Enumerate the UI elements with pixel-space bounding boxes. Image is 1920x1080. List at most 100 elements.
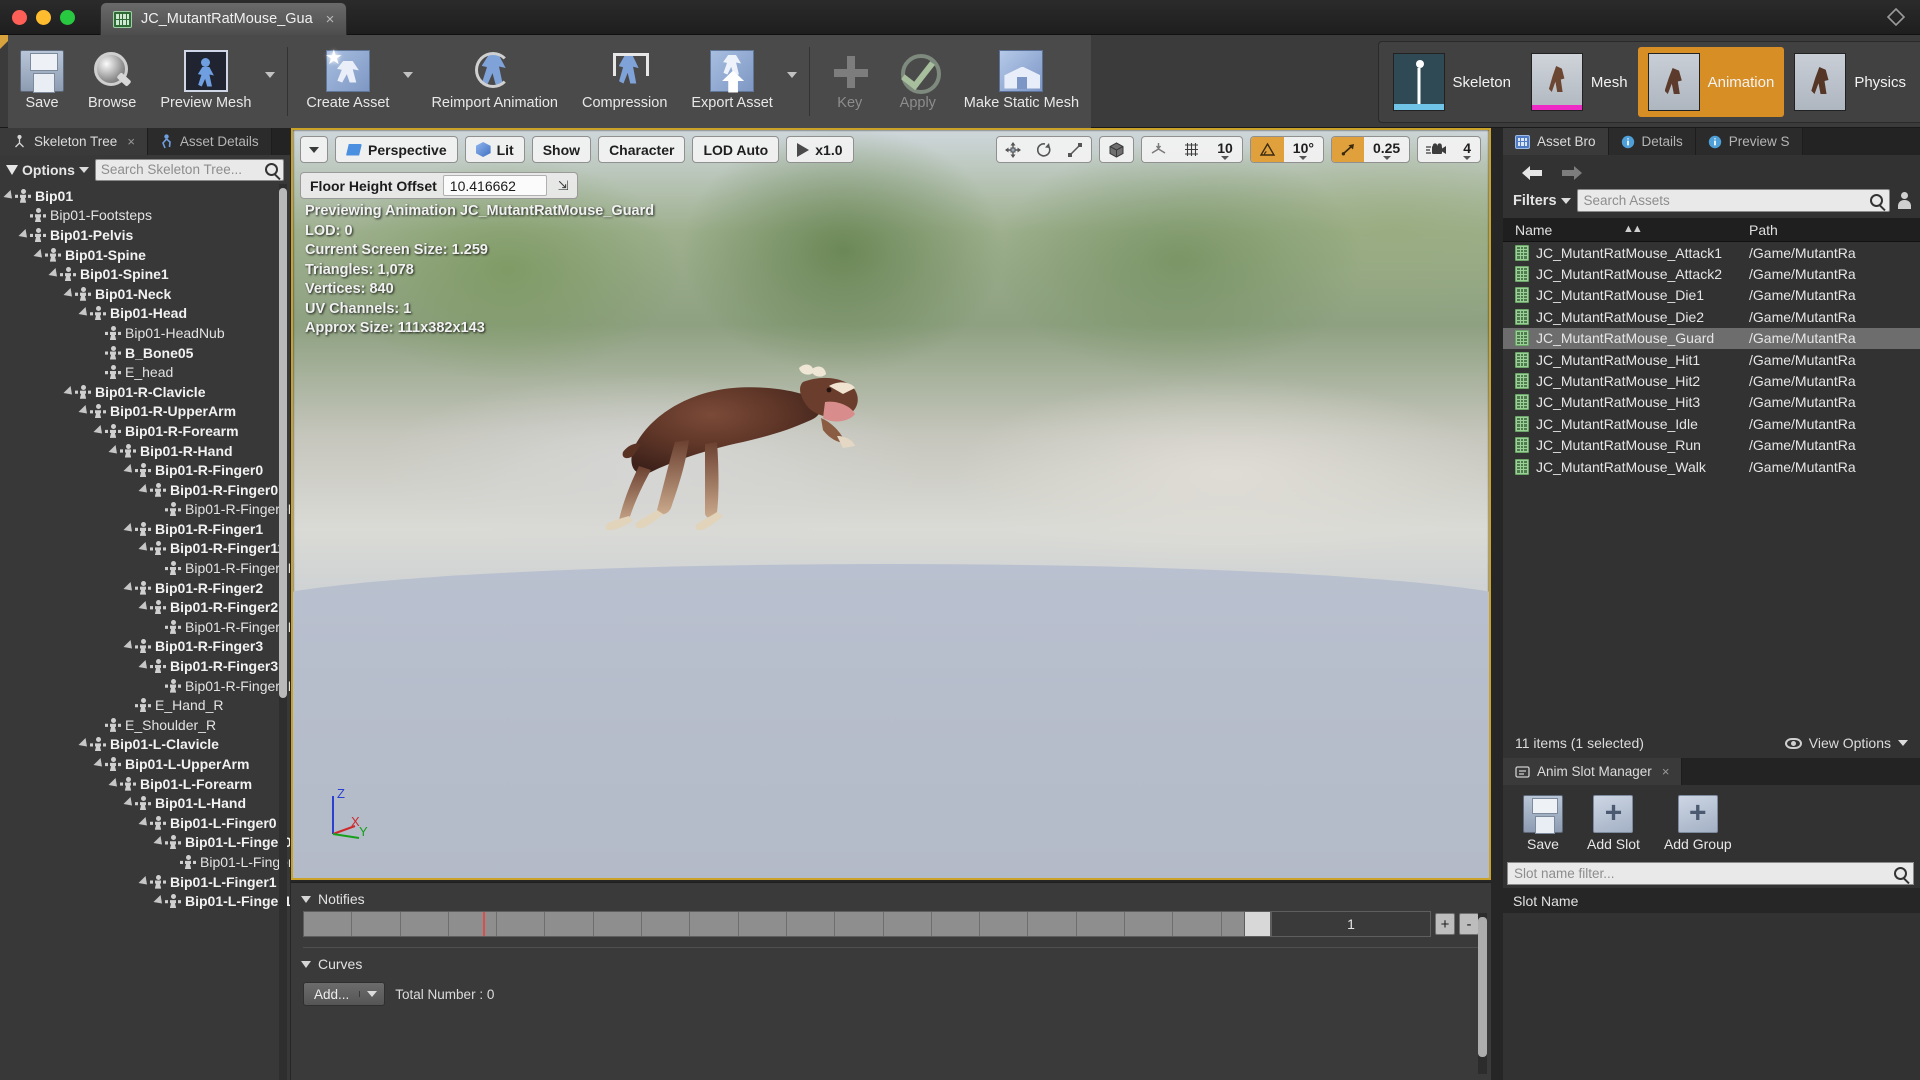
angle-snap-value[interactable]: 10° xyxy=(1284,137,1323,162)
asset-list-row[interactable]: JC_MutantRatMouse_Attack1/Game/MutantRa xyxy=(1503,242,1920,263)
bone-tree-item[interactable]: E_Shoulder_R xyxy=(0,715,290,735)
mode-tab-animation[interactable]: Animation xyxy=(1637,47,1785,117)
make-static-mesh-button[interactable]: Make Static Mesh xyxy=(952,35,1091,128)
save-button[interactable]: Save xyxy=(8,35,76,128)
asset-list-row[interactable]: JC_MutantRatMouse_Idle/Game/MutantRa xyxy=(1503,413,1920,434)
bone-tree-item[interactable]: Bip01-Spine xyxy=(0,245,290,265)
bone-tree-item[interactable]: E_head xyxy=(0,362,290,382)
expand-triangle-icon[interactable] xyxy=(138,601,151,614)
bone-tree-item[interactable]: Bip01-R-Finger1Nu xyxy=(0,558,290,578)
bone-tree-item[interactable]: Bip01-L-Finger01 xyxy=(0,833,290,853)
scale-snap-value[interactable]: 0.25 xyxy=(1364,137,1409,162)
view-type-button[interactable]: Perspective xyxy=(335,136,458,163)
bone-tree-item[interactable]: Bip01-R-Forearm xyxy=(0,421,290,441)
bone-tree-item[interactable]: Bip01-R-Finger2Nu xyxy=(0,617,290,637)
expand-triangle-icon[interactable] xyxy=(138,875,151,888)
asset-list-row[interactable]: JC_MutantRatMouse_Guard/Game/MutantRa xyxy=(1503,327,1920,349)
add-notify-track-button[interactable]: + xyxy=(1435,913,1455,935)
notify-track[interactable] xyxy=(303,911,1271,937)
expand-triangle-icon[interactable] xyxy=(138,660,151,673)
bone-tree-item[interactable]: Bip01-L-UpperArm xyxy=(0,754,290,774)
translate-tool-button[interactable] xyxy=(997,137,1029,162)
create-asset-button[interactable]: Create Asset xyxy=(294,35,401,128)
document-tab[interactable]: JC_MutantRatMouse_Gua × xyxy=(100,2,348,35)
character-menu-button[interactable]: Character xyxy=(598,136,686,163)
close-tab-icon[interactable]: × xyxy=(326,11,335,28)
maximize-window-button[interactable] xyxy=(60,10,75,25)
bone-tree-item[interactable]: Bip01-HeadNub xyxy=(0,323,290,343)
search-assets-input[interactable] xyxy=(1583,193,1864,208)
expand-triangle-icon[interactable] xyxy=(18,228,31,241)
expand-triangle-icon[interactable] xyxy=(153,836,166,849)
expand-triangle-icon[interactable] xyxy=(48,268,61,281)
floor-height-offset-control[interactable]: Floor Height Offset 10.416662 ⇲ xyxy=(300,172,578,199)
curves-section-header[interactable]: Curves xyxy=(291,948,1491,976)
notify-frame-value[interactable]: 1 xyxy=(1271,911,1431,937)
expand-triangle-icon[interactable] xyxy=(123,464,136,477)
column-header-name[interactable]: Name ▲▲ xyxy=(1503,222,1743,238)
tab-anim-slot-manager[interactable]: Anim Slot Manager × xyxy=(1503,758,1683,785)
apply-button[interactable]: Apply xyxy=(884,35,952,128)
asset-list-row[interactable]: JC_MutantRatMouse_Hit1/Game/MutantRa xyxy=(1503,349,1920,370)
bone-tree-item[interactable]: Bip01-R-Clavicle xyxy=(0,382,290,402)
bone-tree-item[interactable]: Bip01-R-Finger31 xyxy=(0,656,290,676)
expand-triangle-icon[interactable] xyxy=(93,758,106,771)
skeleton-bone-tree[interactable]: Bip01 Bip01-Footsteps Bip01-Pelvis Bip01-Sp… xyxy=(0,184,290,1080)
slot-name-filter-box[interactable] xyxy=(1507,862,1914,885)
bone-tree-item[interactable]: Bip01-L-Finger0 xyxy=(0,813,290,833)
asset-list-row[interactable]: JC_MutantRatMouse_Walk/Game/MutantRa xyxy=(1503,456,1920,477)
browse-button[interactable]: Browse xyxy=(76,35,148,128)
options-dropdown-button[interactable]: Options xyxy=(6,162,89,178)
add-curve-dropdown[interactable] xyxy=(359,991,384,997)
expand-triangle-icon[interactable] xyxy=(33,248,46,261)
compression-button[interactable]: Compression xyxy=(570,35,679,128)
add-curve-button[interactable]: Add... xyxy=(303,982,386,1006)
bone-tree-item[interactable]: E_Hand_R xyxy=(0,695,290,715)
expand-triangle-icon[interactable] xyxy=(78,405,91,418)
playhead-marker[interactable] xyxy=(482,912,485,936)
expand-triangle-icon[interactable] xyxy=(123,522,136,535)
slot-list[interactable] xyxy=(1503,913,1920,1080)
bone-tree-item[interactable]: Bip01-L-Hand xyxy=(0,793,290,813)
user-filter-icon[interactable] xyxy=(1896,192,1912,209)
bone-tree-item[interactable]: Bip01 xyxy=(0,186,290,206)
notifies-section-header[interactable]: Notifies xyxy=(291,883,1491,911)
floor-height-offset-input[interactable]: 10.416662 xyxy=(442,175,547,196)
expand-triangle-icon[interactable] xyxy=(108,777,121,790)
bone-tree-item[interactable]: Bip01-R-Finger21 xyxy=(0,597,290,617)
slot-save-button[interactable]: Save xyxy=(1511,793,1575,854)
bone-tree-item[interactable]: Bip01-L-Finger11 xyxy=(0,891,290,911)
grid-snap-value[interactable]: 10 xyxy=(1208,137,1242,162)
asset-list-row[interactable]: JC_MutantRatMouse_Hit2/Game/MutantRa xyxy=(1503,370,1920,391)
playback-speed-button[interactable]: x1.0 xyxy=(786,136,854,163)
lod-menu-button[interactable]: LOD Auto xyxy=(692,136,780,163)
bottom-scrollbar-thumb[interactable] xyxy=(1478,917,1487,1057)
tab-asset-details[interactable]: Asset Details xyxy=(147,128,272,155)
asset-list-row[interactable]: JC_MutantRatMouse_Run/Game/MutantRa xyxy=(1503,435,1920,456)
scale-snap-toggle[interactable] xyxy=(1331,137,1364,162)
export-asset-button[interactable]: Export Asset xyxy=(679,35,784,128)
camera-speed-value[interactable]: 4 xyxy=(1454,137,1480,162)
mode-tab-mesh[interactable]: Mesh xyxy=(1521,47,1638,117)
close-window-button[interactable] xyxy=(12,10,27,25)
camera-speed-toggle[interactable] xyxy=(1418,137,1454,162)
floor-height-offset-spinner-icon[interactable]: ⇲ xyxy=(553,178,574,194)
expand-triangle-icon[interactable] xyxy=(78,738,91,751)
bone-tree-item[interactable]: Bip01-R-Finger2 xyxy=(0,578,290,598)
tab-skeleton-tree[interactable]: Skeleton Tree × xyxy=(0,128,148,155)
expand-triangle-icon[interactable] xyxy=(138,542,151,555)
column-header-path[interactable]: Path xyxy=(1743,222,1920,238)
bone-tree-item[interactable]: Bip01-R-Finger01 xyxy=(0,480,290,500)
track-resize-handle[interactable] xyxy=(1244,912,1270,936)
add-group-button[interactable]: Add Group xyxy=(1652,793,1744,854)
close-icon[interactable]: × xyxy=(127,134,135,149)
mode-tab-skeleton[interactable]: Skeleton xyxy=(1383,47,1521,117)
minimize-window-button[interactable] xyxy=(36,10,51,25)
view-mode-button[interactable]: Lit xyxy=(464,136,525,163)
rotate-tool-button[interactable] xyxy=(1029,137,1060,162)
asset-list-row[interactable]: JC_MutantRatMouse_Hit3/Game/MutantRa xyxy=(1503,392,1920,413)
angle-snap-toggle[interactable] xyxy=(1250,137,1284,162)
create-asset-dropdown[interactable] xyxy=(401,35,419,128)
tab-details[interactable]: Details xyxy=(1608,128,1696,155)
bone-tree-item[interactable]: Bip01-Neck xyxy=(0,284,290,304)
